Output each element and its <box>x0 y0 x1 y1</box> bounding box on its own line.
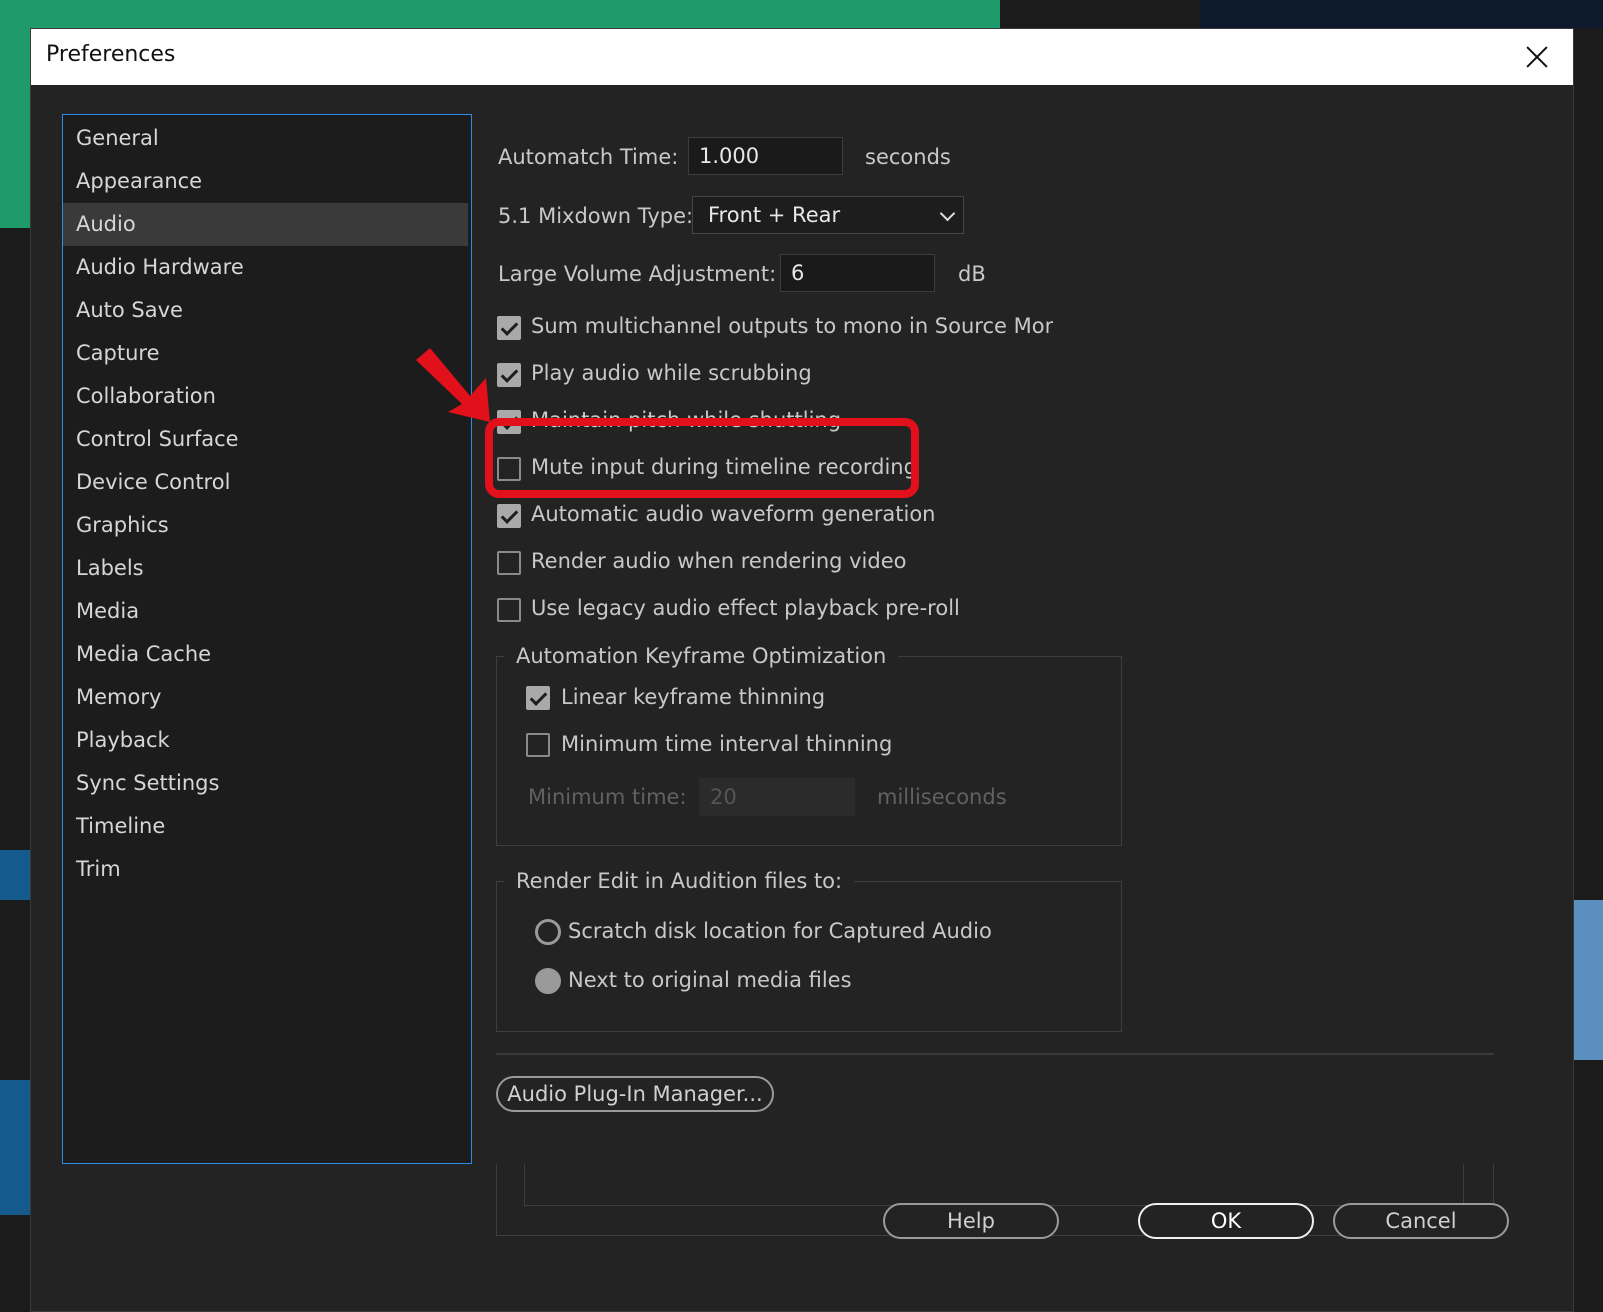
background-track-left <box>0 850 30 900</box>
legacy-preroll-checkbox[interactable] <box>497 598 521 622</box>
chevron-down-icon <box>939 205 956 222</box>
automatch-time-input[interactable]: 1.000 <box>688 137 843 175</box>
waveform-generation-label[interactable]: Automatic audio waveform generation <box>531 502 935 526</box>
background-waveform-top <box>0 0 1000 28</box>
sidebar-item-sync-settings[interactable]: Sync Settings <box>63 762 471 805</box>
automatch-time-unit: seconds <box>865 145 951 169</box>
play-scrubbing-label[interactable]: Play audio while scrubbing <box>531 361 812 385</box>
render-audio-label[interactable]: Render audio when rendering video <box>531 549 907 573</box>
audio-plugin-manager-button[interactable]: Audio Plug-In Manager... <box>496 1076 774 1112</box>
legacy-preroll-label[interactable]: Use legacy audio effect playback pre-rol… <box>531 596 960 620</box>
sidebar-item-media[interactable]: Media <box>63 590 471 633</box>
sidebar-item-general[interactable]: General <box>63 117 471 160</box>
large-volume-input[interactable]: 6 <box>780 254 935 292</box>
sidebar-item-graphics[interactable]: Graphics <box>63 504 471 547</box>
preferences-dialog: Preferences General Appearance Audio Audio … <box>30 28 1574 1312</box>
sidebar-item-auto-save[interactable]: Auto Save <box>63 289 471 332</box>
scratch-disk-label[interactable]: Scratch disk location for Captured Audio <box>568 919 992 943</box>
background-track-right <box>1574 900 1603 1060</box>
sidebar-item-playback[interactable]: Playback <box>63 719 471 762</box>
minimum-time-interval-checkbox[interactable] <box>526 733 550 757</box>
minimum-time-input: 20 <box>699 778 855 816</box>
background-panel-right <box>1200 0 1603 28</box>
mixdown-type-label: 5.1 Mixdown Type: <box>498 204 694 228</box>
sidebar-item-collaboration[interactable]: Collaboration <box>63 375 471 418</box>
render-edit-title: Render Edit in Audition files to: <box>504 869 855 893</box>
render-audio-checkbox[interactable] <box>497 551 521 575</box>
sidebar-item-audio[interactable]: Audio <box>63 203 468 246</box>
dialog-titlebar: Preferences <box>31 29 1573 85</box>
cancel-button[interactable]: Cancel <box>1333 1203 1509 1239</box>
large-volume-label: Large Volume Adjustment: <box>498 262 777 286</box>
minimum-time-unit: milliseconds <box>877 785 1007 809</box>
help-button[interactable]: Help <box>883 1203 1059 1239</box>
background-waveform-left <box>0 28 30 228</box>
sidebar-item-appearance[interactable]: Appearance <box>63 160 471 203</box>
next-to-original-radio[interactable] <box>535 968 561 994</box>
sidebar-item-labels[interactable]: Labels <box>63 547 471 590</box>
automatch-time-label: Automatch Time: <box>498 145 679 169</box>
mixdown-type-value: Front + Rear <box>708 203 841 227</box>
large-volume-unit: dB <box>958 262 986 286</box>
sidebar-item-audio-hardware[interactable]: Audio Hardware <box>63 246 471 289</box>
linear-keyframe-thinning-label[interactable]: Linear keyframe thinning <box>561 685 825 709</box>
scratch-disk-radio[interactable] <box>535 919 561 945</box>
preferences-sidebar: General Appearance Audio Audio Hardware Auto… <box>62 114 472 1164</box>
background-track-left-2 <box>0 1080 30 1215</box>
keyframe-optimization-title: Automation Keyframe Optimization <box>504 644 899 668</box>
sidebar-item-media-cache[interactable]: Media Cache <box>63 633 471 676</box>
ok-button[interactable]: OK <box>1138 1203 1314 1239</box>
annotation-highlight-box <box>485 418 919 498</box>
render-edit-group <box>496 881 1122 1032</box>
divider <box>496 1053 1494 1055</box>
next-to-original-label[interactable]: Next to original media files <box>568 968 852 992</box>
sidebar-item-timeline[interactable]: Timeline <box>63 805 471 848</box>
waveform-generation-checkbox[interactable] <box>497 504 521 528</box>
sum-mono-label[interactable]: Sum multichannel outputs to mono in Sour… <box>531 314 1053 338</box>
linear-keyframe-thinning-checkbox[interactable] <box>526 686 550 710</box>
sidebar-item-device-control[interactable]: Device Control <box>63 461 471 504</box>
close-icon[interactable] <box>1517 37 1557 77</box>
minimum-time-interval-label[interactable]: Minimum time interval thinning <box>561 732 892 756</box>
sum-mono-checkbox[interactable] <box>497 316 521 340</box>
sidebar-item-memory[interactable]: Memory <box>63 676 471 719</box>
minimum-time-label: Minimum time: <box>528 785 687 809</box>
sidebar-item-capture[interactable]: Capture <box>63 332 471 375</box>
sidebar-item-control-surface[interactable]: Control Surface <box>63 418 471 461</box>
plugin-list-inner <box>524 1164 1464 1206</box>
play-scrubbing-checkbox[interactable] <box>497 363 521 387</box>
mixdown-type-select[interactable]: Front + Rear <box>692 196 964 234</box>
sidebar-item-trim[interactable]: Trim <box>63 848 471 891</box>
dialog-title: Preferences <box>46 42 176 67</box>
